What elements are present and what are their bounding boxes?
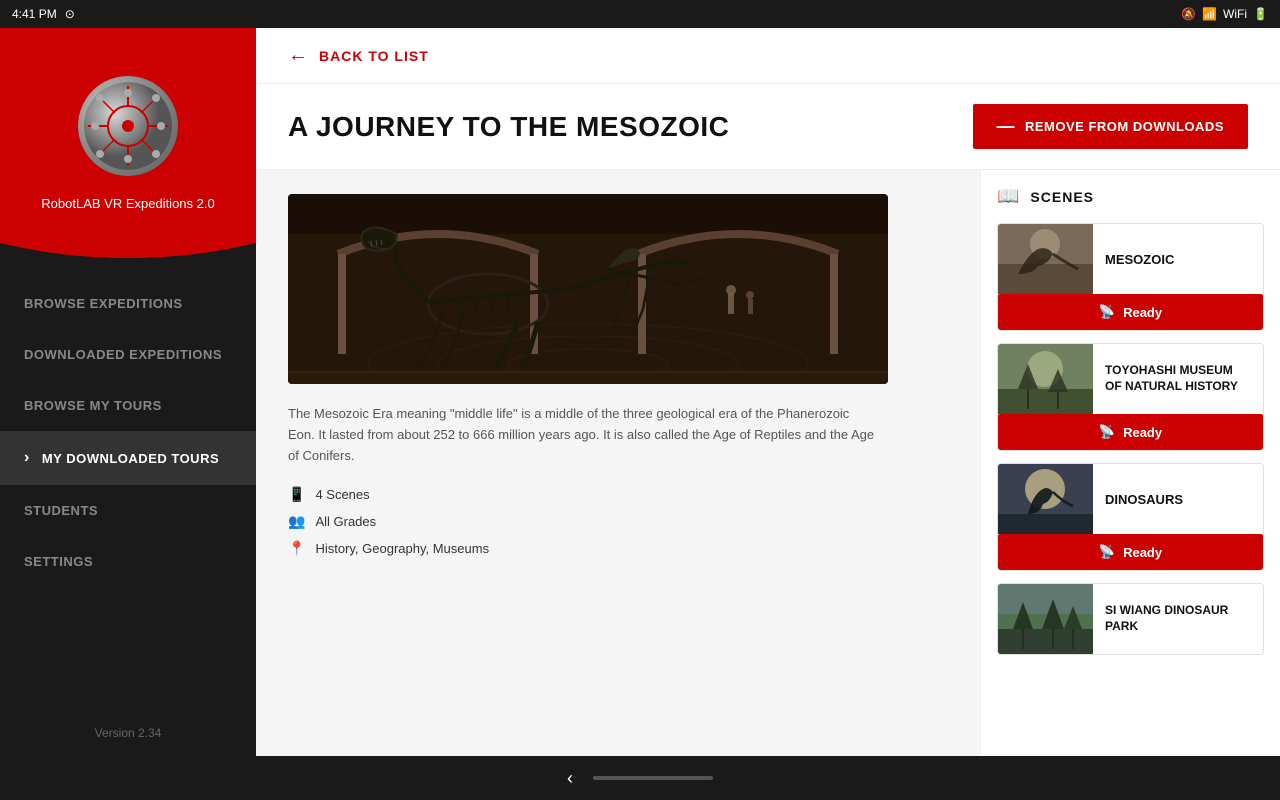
title-bar: A JOURNEY TO THE MESOZOIC — REMOVE FROM … (256, 84, 1280, 170)
scene-card-top: MESOZOIC (998, 224, 1263, 294)
thumb-svg (998, 584, 1093, 654)
content-header: ← BACK TO LIST (256, 28, 1280, 84)
scene-thumbnail-siwiang (998, 584, 1093, 654)
scene-info-toyohashi: TOYOHASHI MUSEUM OF NATURAL HISTORY (1093, 344, 1263, 414)
sidebar-item-downloaded-expeditions[interactable]: DOWNLOADED EXPEDITIONS (0, 329, 256, 380)
expedition-image-svg (288, 194, 888, 384)
sidebar-logo-area: RobotLAB VR Expeditions 2.0 (0, 28, 256, 258)
scene-thumbnail-mesozoic (998, 224, 1093, 294)
sidebar: RobotLAB VR Expeditions 2.0 BROWSE EXPED… (0, 28, 256, 756)
ready-label: Ready (1123, 305, 1162, 320)
tags: History, Geography, Museums (315, 541, 489, 556)
scene-card-dinosaurs: DINOSAURS 📡 Ready (997, 463, 1264, 571)
app-logo (78, 76, 178, 176)
remove-from-downloads-button[interactable]: — REMOVE FROM DOWNLOADS (973, 104, 1249, 149)
expedition-title: A JOURNEY TO THE MESOZOIC (288, 111, 729, 143)
scene-info-mesozoic: MESOZOIC (1093, 224, 1186, 294)
scene-card-mesozoic: MESOZOIC 📡 Ready (997, 223, 1264, 331)
notification-icon: 🔕 (1181, 7, 1196, 21)
scene-card-top: SI WIANG DINOSAUR PARK (998, 584, 1263, 654)
back-label: BACK TO LIST (319, 48, 429, 64)
tags-item: 📍 History, Geography, Museums (288, 540, 948, 557)
scene-info-dinosaurs: DINOSAURS (1093, 464, 1195, 534)
app-name: RobotLAB VR Expeditions 2.0 (41, 196, 214, 211)
back-arrow-icon: ← (288, 44, 309, 67)
content-body: The Mesozoic Era meaning "middle life" i… (256, 170, 1280, 756)
sidebar-item-browse-my-tours[interactable]: BROWSE MY TOURS (0, 380, 256, 431)
scene-card-siwiang: SI WIANG DINOSAUR PARK (997, 583, 1264, 655)
ready-button-mesozoic[interactable]: 📡 Ready (998, 294, 1263, 330)
nav-label: STUDENTS (24, 503, 98, 518)
scene-name-mesozoic: MESOZOIC (1105, 252, 1174, 267)
scene-card-top: TOYOHASHI MUSEUM OF NATURAL HISTORY (998, 344, 1263, 414)
logo-svg (83, 81, 173, 171)
signal-icon: 📶 (1202, 7, 1217, 21)
thumb-svg (998, 224, 1093, 294)
scene-info-siwiang: SI WIANG DINOSAUR PARK (1093, 584, 1263, 654)
expedition-image (288, 194, 888, 384)
pin-icon: 📍 (288, 540, 305, 557)
grades-item: 👥 All Grades (288, 513, 948, 530)
bottom-bar: ‹ (0, 756, 1280, 800)
status-left: 4:41 PM ⊙ (12, 7, 75, 21)
people-icon: 👥 (288, 513, 305, 530)
vr-icon: 📡 (1099, 424, 1115, 440)
content-area: ← BACK TO LIST A JOURNEY TO THE MESOZOIC… (256, 28, 1280, 756)
main-layout: RobotLAB VR Expeditions 2.0 BROWSE EXPED… (0, 28, 1280, 756)
status-time: 4:41 PM (12, 7, 57, 21)
minus-icon: — (997, 116, 1016, 137)
main-content: The Mesozoic Era meaning "middle life" i… (256, 170, 980, 756)
scene-name-dinosaurs: DINOSAURS (1105, 492, 1183, 507)
sidebar-item-students[interactable]: STUDENTS (0, 485, 256, 536)
nav-label: BROWSE EXPEDITIONS (24, 296, 183, 311)
scenes-header: 📖 SCENES (997, 186, 1264, 207)
scenes-count: 4 Scenes (315, 487, 369, 502)
scroll-indicator (593, 776, 713, 780)
scene-thumbnail-toyohashi (998, 344, 1093, 414)
remove-label: REMOVE FROM DOWNLOADS (1025, 119, 1224, 134)
battery-icon: 🔋 (1253, 7, 1268, 21)
vr-icon: 📡 (1099, 544, 1115, 560)
grades: All Grades (315, 514, 376, 529)
scene-card-top: DINOSAURS (998, 464, 1263, 534)
expedition-description: The Mesozoic Era meaning "middle life" i… (288, 404, 878, 466)
tablet-icon: 📱 (288, 486, 305, 503)
chevron-right-icon: › (24, 449, 30, 467)
nav-label: MY DOWNLOADED TOURS (42, 451, 219, 466)
ready-label: Ready (1123, 425, 1162, 440)
scene-thumbnail-dinosaurs (998, 464, 1093, 534)
back-to-list-button[interactable]: ← BACK TO LIST (288, 44, 429, 67)
nav-label: SETTINGS (24, 554, 93, 569)
sidebar-nav: BROWSE EXPEDITIONS DOWNLOADED EXPEDITION… (0, 258, 256, 710)
nav-label: DOWNLOADED EXPEDITIONS (24, 347, 222, 362)
sidebar-item-browse-expeditions[interactable]: BROWSE EXPEDITIONS (0, 278, 256, 329)
scenes-count-item: 📱 4 Scenes (288, 486, 948, 503)
status-icon: ⊙ (65, 7, 75, 21)
scenes-label: SCENES (1030, 189, 1094, 205)
thumb-svg (998, 344, 1093, 414)
ready-button-dinosaurs[interactable]: 📡 Ready (998, 534, 1263, 570)
scene-name-toyohashi: TOYOHASHI MUSEUM OF NATURAL HISTORY (1105, 363, 1251, 394)
status-bar: 4:41 PM ⊙ 🔕 📶 WiFi 🔋 (0, 0, 1280, 28)
vr-icon: 📡 (1099, 304, 1115, 320)
thumb-svg (998, 464, 1093, 534)
sidebar-item-settings[interactable]: SETTINGS (0, 536, 256, 587)
status-right: 🔕 📶 WiFi 🔋 (1181, 7, 1268, 21)
ready-button-toyohashi[interactable]: 📡 Ready (998, 414, 1263, 450)
wifi-icon: WiFi (1223, 7, 1247, 21)
version-label: Version 2.34 (0, 710, 256, 756)
scene-name-siwiang: SI WIANG DINOSAUR PARK (1105, 603, 1251, 634)
scene-card-toyohashi: TOYOHASHI MUSEUM OF NATURAL HISTORY 📡 Re… (997, 343, 1264, 451)
scenes-panel: 📖 SCENES (980, 170, 1280, 756)
sidebar-item-my-downloaded-tours[interactable]: › MY DOWNLOADED TOURS (0, 431, 256, 485)
ready-label: Ready (1123, 545, 1162, 560)
left-arrow-icon[interactable]: ‹ (567, 768, 573, 789)
book-icon: 📖 (997, 186, 1020, 207)
nav-label: BROWSE MY TOURS (24, 398, 162, 413)
